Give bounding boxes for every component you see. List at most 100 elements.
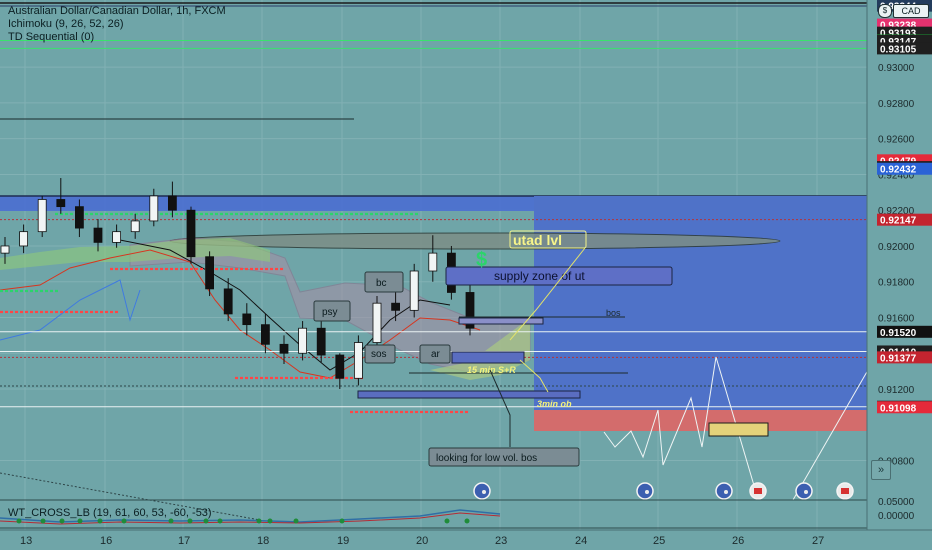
td-sequential-legend[interactable]: TD Sequential (0)	[8, 31, 94, 43]
time-tick: 26	[732, 535, 744, 547]
wt-dot	[77, 518, 83, 524]
supply-zone-label-label: supply zone of ut	[494, 269, 585, 283]
price-badge-text: 0.92432	[880, 165, 917, 176]
candle-body	[428, 252, 438, 272]
candle-body	[260, 324, 270, 345]
psy-label-label: psy	[322, 307, 338, 318]
event-flag	[482, 490, 486, 494]
bc-label-label: bc	[376, 278, 387, 289]
wt-dot	[16, 518, 22, 524]
candle-body	[0, 245, 10, 254]
time-tick: 23	[495, 535, 507, 547]
wt-dot	[267, 518, 273, 524]
event-aud-icon	[473, 482, 491, 500]
wt-dot	[168, 518, 174, 524]
candle-body	[37, 199, 47, 233]
wt-dot	[217, 518, 223, 524]
wt-dot	[444, 518, 450, 524]
osc-tick: 0.00000	[878, 511, 915, 522]
candle-body	[75, 206, 84, 229]
candle	[186, 206, 196, 264]
time-tick: 18	[257, 535, 269, 547]
price-badge: 0.91098	[877, 401, 932, 414]
price-tick: 0.91600	[878, 313, 915, 324]
candle-body	[316, 327, 326, 356]
time-tick: 16	[100, 535, 112, 547]
candle-body	[93, 227, 103, 243]
target-box	[708, 422, 769, 437]
low-vol-label: looking for low vol. bos	[428, 447, 580, 467]
candle-body	[242, 313, 252, 326]
candle-body	[391, 302, 401, 311]
ob-label: 3min ob	[537, 399, 572, 409]
event-cad-icon	[836, 482, 854, 500]
price-tick: 0.92600	[878, 135, 915, 146]
sr-box	[451, 351, 525, 364]
sos-label-label: sos	[371, 349, 387, 360]
scroll-to-realtime-button[interactable]: »	[871, 460, 891, 480]
event-aud-icon	[795, 482, 813, 500]
wt-dot	[203, 518, 209, 524]
event-flag	[645, 490, 649, 494]
candle	[372, 296, 382, 348]
event-circle	[795, 482, 813, 500]
price-tick: 0.91800	[878, 278, 915, 289]
price-badge-text: 0.91098	[880, 403, 917, 414]
event-flag	[804, 490, 808, 494]
price-tick: 0.92800	[878, 99, 915, 110]
ichimoku-legend[interactable]: Ichimoku (9, 26, 52, 26)	[8, 18, 124, 30]
osc-tick: 0.05000	[878, 497, 915, 508]
candle-body	[19, 231, 29, 247]
wt-dot	[339, 518, 345, 524]
utad-ellipse	[169, 232, 781, 250]
wt-dot	[121, 518, 127, 524]
candle-body	[279, 343, 289, 354]
candle-body	[56, 199, 66, 208]
currency-badge[interactable]: $ CAD	[878, 4, 929, 18]
candle-body	[372, 302, 382, 343]
ob-box	[357, 390, 581, 399]
price-badge: 0.92147	[877, 213, 932, 227]
price-badge: 0.93105	[877, 42, 932, 55]
event-aud-icon	[715, 482, 733, 500]
chart-canvas[interactable]: supply zone of ut utad lvl bc psy sos ar looki…	[0, 0, 932, 550]
psy-label: psy	[313, 300, 351, 322]
candle-body	[130, 220, 140, 233]
wt-dot	[256, 518, 262, 524]
symbol-title: Australian Dollar/Canadian Dollar, 1h, F…	[8, 5, 226, 17]
price-tick: 0.92000	[878, 242, 915, 253]
time-axis	[0, 530, 932, 550]
utad-label-label: utad lvl	[513, 232, 562, 248]
price-badge-text: 0.91520	[880, 328, 917, 339]
event-aud-icon	[636, 482, 654, 500]
wt-dot	[293, 518, 299, 524]
candle	[409, 263, 419, 318]
chart-window: { "header": { "symbol": "Australian Doll…	[0, 0, 932, 550]
wt-dot	[59, 518, 65, 524]
price-badge-text: 0.92147	[880, 216, 917, 227]
time-tick: 17	[178, 535, 190, 547]
candle-body	[167, 195, 177, 211]
candle-body	[298, 327, 308, 354]
price-axis	[867, 0, 932, 530]
dollar-sign-label: $	[476, 249, 487, 271]
wt-cross-legend[interactable]: WT_CROSS_LB (19, 61, 60, 53, -60, -53)	[8, 507, 212, 519]
supply-zone-box	[534, 196, 867, 410]
candle-body	[223, 288, 233, 315]
event-flag	[841, 488, 849, 494]
low-vol-label-label: looking for low vol. bos	[436, 453, 537, 464]
time-tick: 20	[416, 535, 428, 547]
candle-body	[186, 209, 196, 258]
price-tick: 0.91200	[878, 385, 915, 396]
sos-label: sos	[364, 344, 396, 364]
time-tick: 13	[20, 535, 32, 547]
candle-body	[112, 231, 121, 243]
candle-body	[205, 256, 215, 290]
price-badge: 0.91377	[877, 351, 932, 364]
event-circle	[715, 482, 733, 500]
demand-zone-box	[534, 410, 867, 431]
wt-dot	[187, 518, 193, 524]
time-tick: 24	[575, 535, 587, 547]
event-cad-icon	[749, 482, 767, 500]
time-tick: 27	[812, 535, 824, 547]
